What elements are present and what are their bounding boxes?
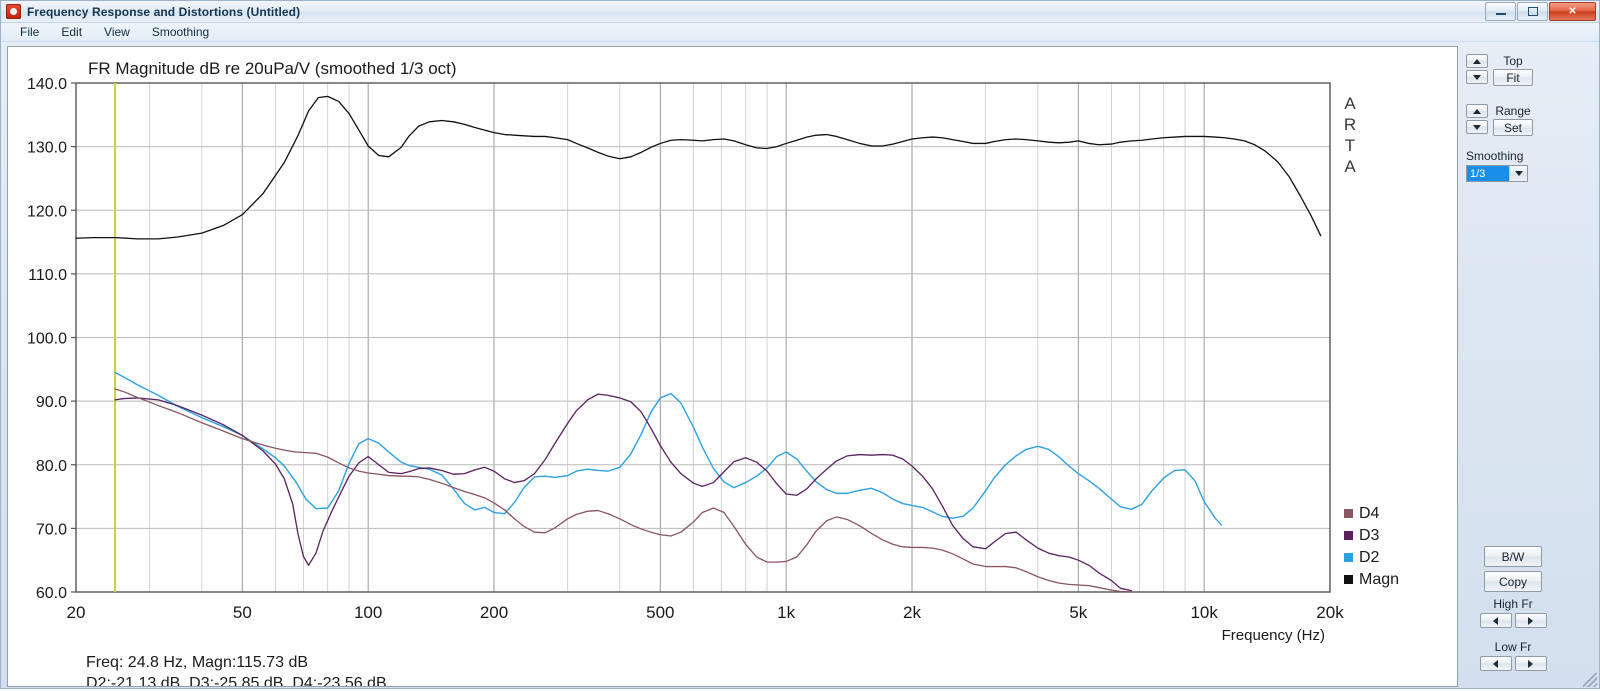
top-up-button[interactable]	[1466, 54, 1488, 68]
main-content: 60.0 70.0 80.0 90.0 100.0 110.0 120.0 130.0 140.…	[1, 42, 1599, 691]
arrow-left-icon	[1493, 617, 1498, 625]
high-fr-control-group: High Fr	[1478, 597, 1548, 628]
arta-app-icon	[6, 4, 21, 19]
legend-label: Magn	[1359, 571, 1399, 588]
arrow-left-icon	[1493, 660, 1498, 668]
y-tick-label: 110.0	[28, 267, 67, 284]
legend-swatch	[1344, 509, 1353, 518]
top-fit-button[interactable]: Fit	[1493, 69, 1533, 86]
maximize-button[interactable]	[1517, 2, 1548, 21]
y-tick-label: 120.0	[27, 203, 67, 220]
high-fr-label: High Fr	[1478, 597, 1548, 611]
legend-swatch	[1344, 531, 1353, 540]
x-tick-label: 1k	[777, 603, 795, 622]
chevron-up-icon	[1473, 59, 1481, 64]
x-tick-label: 5k	[1069, 603, 1087, 622]
maximize-icon	[1528, 7, 1538, 16]
legend-label: D3	[1359, 527, 1380, 544]
watermark-letter: A	[1344, 157, 1356, 176]
chevron-down-icon	[1473, 125, 1481, 130]
legend-label: D4	[1359, 505, 1380, 522]
series-D4	[115, 389, 1131, 592]
high-fr-right-button[interactable]	[1515, 613, 1547, 628]
chevron-down-icon	[1473, 75, 1481, 80]
low-fr-label: Low Fr	[1478, 640, 1548, 654]
x-tick-label: 100	[354, 603, 382, 622]
copy-button[interactable]: Copy	[1484, 571, 1542, 592]
top-label: Top	[1503, 54, 1522, 68]
watermark-letter: T	[1345, 136, 1355, 155]
y-tick-label: 100.0	[27, 331, 67, 348]
y-tick-label: 70.0	[36, 521, 67, 538]
y-tick-label: 60.0	[36, 585, 67, 602]
minimize-icon	[1496, 13, 1506, 15]
series-D3	[115, 394, 1131, 591]
range-up-button[interactable]	[1466, 104, 1488, 118]
low-fr-left-button[interactable]	[1480, 656, 1512, 671]
plot-pane[interactable]: 60.0 70.0 80.0 90.0 100.0 110.0 120.0 130.0 140.…	[7, 46, 1458, 687]
smoothing-label: Smoothing	[1466, 149, 1528, 163]
window-buttons: ✕	[1485, 2, 1596, 21]
menu-file[interactable]: File	[9, 24, 50, 40]
range-down-button[interactable]	[1466, 120, 1488, 134]
x-tick-label: 20k	[1316, 603, 1344, 622]
legend-swatch	[1344, 575, 1353, 584]
range-label: Range	[1495, 104, 1530, 118]
app-window: Frequency Response and Distortions (Unti…	[0, 0, 1600, 689]
smoothing-control-group: Smoothing 1/3	[1466, 149, 1528, 182]
frequency-response-chart[interactable]: 60.0 70.0 80.0 90.0 100.0 110.0 120.0 130.0 140.…	[8, 47, 1457, 686]
control-pane: Top Fit Range Set	[1458, 46, 1595, 687]
legend-swatch	[1344, 553, 1353, 562]
chevron-down-icon	[1515, 171, 1523, 176]
resize-grip[interactable]	[1583, 673, 1597, 687]
x-tick-label: 2k	[903, 603, 921, 622]
watermark-letter: A	[1344, 94, 1356, 113]
menu-bar: File Edit View Smoothing	[1, 23, 1599, 42]
menu-edit[interactable]: Edit	[50, 24, 93, 40]
top-down-button[interactable]	[1466, 70, 1488, 84]
arrow-right-icon	[1528, 617, 1533, 625]
chart-title: FR Magnitude dB re 20uPa/V (smoothed 1/3…	[88, 59, 457, 78]
chevron-up-icon	[1473, 109, 1481, 114]
status-line-1: Freq: 24.8 Hz, Magn:115.73 dB	[86, 654, 308, 671]
minimize-button[interactable]	[1485, 2, 1516, 21]
x-tick-label: 50	[233, 603, 252, 622]
watermark-letter: R	[1344, 115, 1356, 134]
x-tick-label: 20	[67, 603, 86, 622]
export-control-group: B/W Copy	[1484, 546, 1542, 592]
top-control-group: Top Fit	[1466, 54, 1533, 86]
high-fr-left-button[interactable]	[1480, 613, 1512, 628]
y-tick-label: 90.0	[36, 394, 67, 411]
series-Magn	[76, 96, 1321, 239]
x-tick-label: 10k	[1190, 603, 1218, 622]
window-title: Frequency Response and Distortions (Unti…	[27, 5, 300, 19]
range-control-group: Range Set	[1466, 104, 1533, 136]
low-fr-control-group: Low Fr	[1478, 640, 1548, 671]
x-tick-label: 500	[646, 603, 674, 622]
menu-view[interactable]: View	[93, 24, 141, 40]
y-tick-label: 130.0	[27, 140, 67, 157]
close-button[interactable]: ✕	[1549, 2, 1596, 21]
x-tick-label: 200	[480, 603, 508, 622]
smoothing-dropdown-arrow[interactable]	[1509, 166, 1527, 181]
status-line-2: D2:-21.13 dB, D3:-25.85 dB, D4:-23.56 dB	[86, 675, 387, 686]
low-fr-right-button[interactable]	[1515, 656, 1547, 671]
arrow-right-icon	[1528, 660, 1533, 668]
bw-button[interactable]: B/W	[1484, 546, 1542, 567]
x-axis-label: Frequency (Hz)	[1222, 627, 1325, 644]
range-set-button[interactable]: Set	[1493, 119, 1533, 136]
title-bar: Frequency Response and Distortions (Unti…	[1, 1, 1599, 23]
legend-label: D2	[1359, 549, 1380, 566]
smoothing-value: 1/3	[1467, 166, 1509, 181]
menu-smoothing[interactable]: Smoothing	[141, 24, 220, 40]
y-tick-label: 140.0	[27, 76, 67, 93]
smoothing-select[interactable]: 1/3	[1466, 165, 1528, 182]
y-tick-label: 80.0	[36, 458, 67, 475]
